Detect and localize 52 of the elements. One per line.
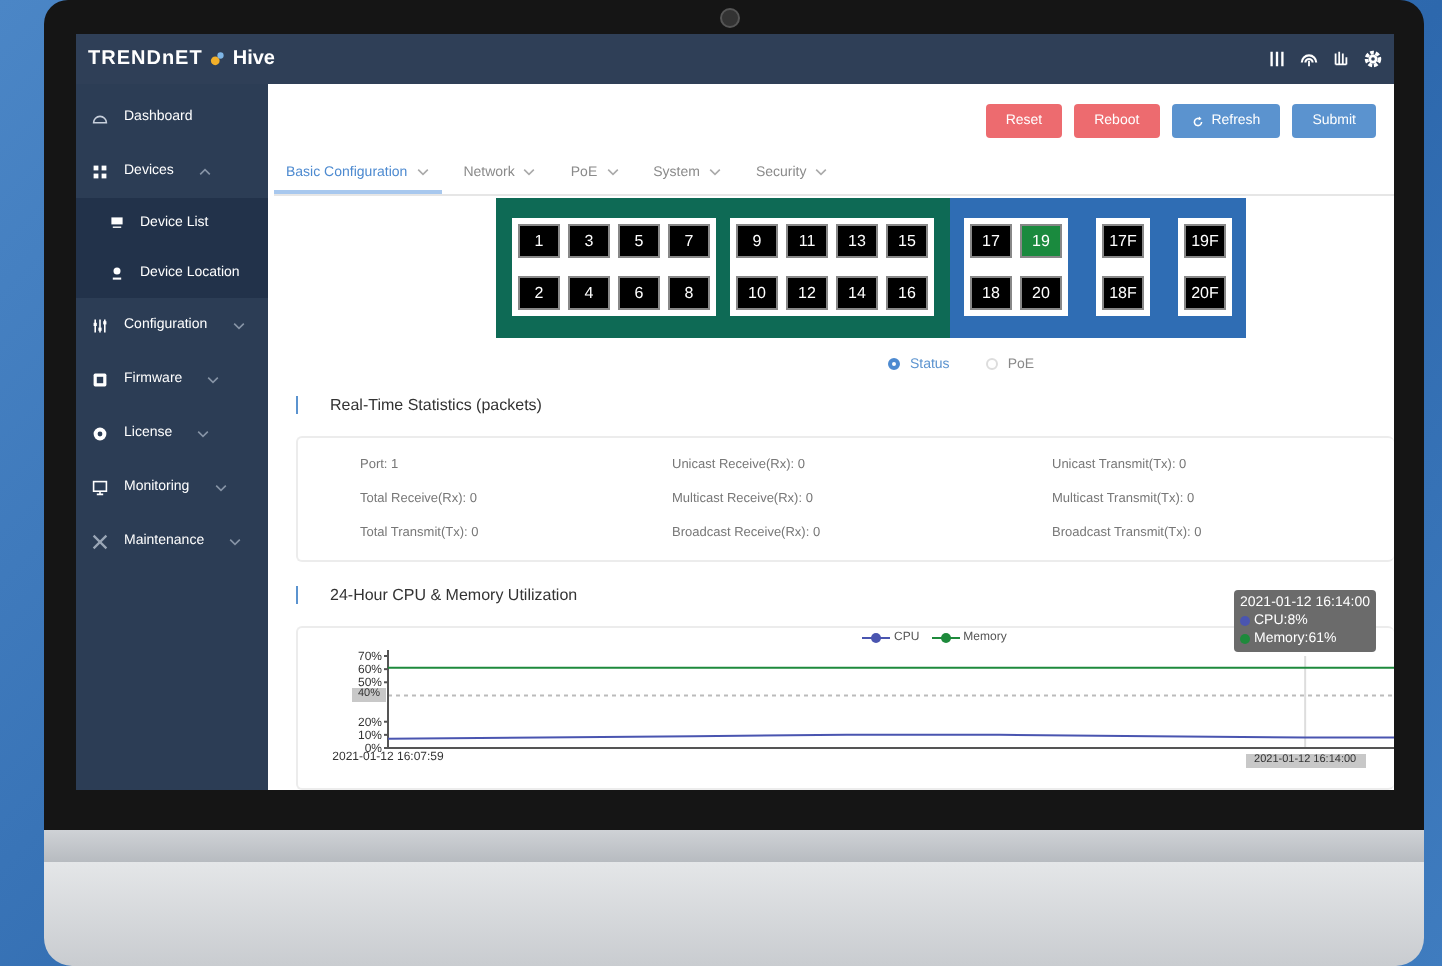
bars-icon[interactable]: [1268, 50, 1286, 68]
signal-icon[interactable]: [1300, 50, 1318, 68]
port[interactable]: 1: [518, 224, 560, 259]
brand-logo: TRENDnET: [88, 48, 203, 70]
y-axis: [383, 649, 389, 749]
port[interactable]: 3: [568, 224, 610, 259]
chevron-icon: [197, 167, 212, 175]
port[interactable]: 13: [836, 224, 878, 259]
grid-icon: [92, 163, 108, 179]
port[interactable]: 20: [1020, 276, 1062, 311]
port[interactable]: 9: [736, 224, 778, 259]
port[interactable]: 15: [886, 224, 928, 259]
section-title: 24-Hour CPU & Memory Utilization: [330, 585, 578, 604]
port[interactable]: 17F: [1102, 224, 1144, 259]
port[interactable]: 2: [518, 276, 560, 311]
chevron-icon: [415, 168, 430, 177]
sliders-icon: [92, 317, 108, 333]
pin-icon: [110, 266, 124, 280]
product-name: Hive: [232, 48, 275, 70]
chevron-icon: [605, 168, 620, 177]
chevron-icon: [228, 537, 243, 545]
settings-icon[interactable]: [1364, 50, 1382, 68]
chevron-icon: [522, 168, 537, 177]
port[interactable]: 14: [836, 276, 878, 311]
monitor-icon: [110, 216, 124, 230]
monitor-icon: [92, 479, 108, 495]
chevron-icon: [213, 483, 228, 491]
port[interactable]: 18: [970, 276, 1012, 311]
port[interactable]: 10: [736, 276, 778, 311]
chevron-icon: [206, 375, 221, 383]
port[interactable]: 11: [786, 224, 828, 259]
chevron-icon: [814, 168, 829, 177]
hand-icon[interactable]: [1332, 50, 1350, 68]
chevron-icon: [231, 321, 246, 329]
refresh-icon: [1191, 115, 1204, 127]
tools-icon: [92, 533, 108, 549]
port[interactable]: 12: [786, 276, 828, 311]
section-title: Real-Time Statistics (packets): [330, 395, 542, 414]
camera-dot: [720, 8, 740, 28]
chevron-icon: [707, 168, 722, 177]
port[interactable]: 19F: [1184, 224, 1226, 259]
port[interactable]: 20F: [1184, 276, 1226, 311]
port[interactable]: 5: [618, 224, 660, 259]
port[interactable]: 16: [886, 276, 928, 311]
port[interactable]: 4: [568, 276, 610, 311]
port[interactable]: 8: [668, 276, 710, 311]
port[interactable]: 7: [668, 224, 710, 259]
chevron-icon: [196, 429, 211, 437]
port[interactable]: 18F: [1102, 276, 1144, 311]
port[interactable]: 17: [970, 224, 1012, 259]
port[interactable]: 6: [618, 276, 660, 311]
port[interactable]: 19: [1020, 224, 1062, 259]
